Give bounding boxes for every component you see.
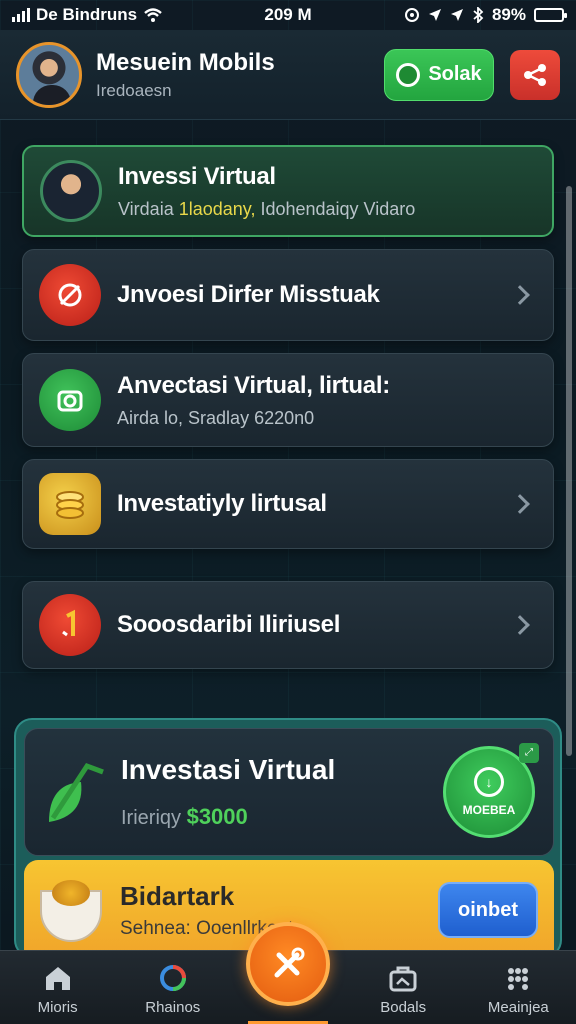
list-item-texts: Investatiyly lirtusal [117,490,513,518]
page-title: Mesuein Mobils [96,48,275,76]
tab-portfolio[interactable]: Bodals [348,963,458,1016]
location-arrow-icon [450,9,463,21]
camera-icon [39,369,101,431]
carrier-name: De Bindruns [36,5,138,24]
list-item-title: Anvectasi Virtual, lirtual: [117,371,390,399]
battery-percent: 89% [491,5,526,24]
list-item[interactable]: Invessi Virtual Virdaia 1laodany, Idohen… [22,145,554,237]
list-item-sub: Virdaia 1laodany, Idohendaiqy Vidaro [118,199,536,220]
tab-label: Rhainos [145,999,201,1016]
list-item-texts: Jnvoesi Dirfer Misstuak [117,281,513,309]
tools-icon [274,947,305,978]
profile-icon [40,160,102,222]
tab-label: Bodals [380,999,427,1016]
list-item[interactable]: Jnvoesi Dirfer Misstuak [22,249,554,341]
promo-amount: $3000 [186,804,248,829]
scrollbar[interactable] [566,186,572,756]
alarm-icon [404,8,419,22]
list-item-title: Invessi Virtual [118,162,276,190]
expand-icon[interactable]: ⤢ [519,743,539,763]
list-item[interactable]: Anvectasi Virtual, lirtual: Airda lo, Sr… [22,353,554,447]
target-icon [39,264,101,326]
list-item-sub-post: Idohendaiqy Vidaro [255,198,416,219]
status-right: 89% [404,5,567,25]
leaf-icon [49,762,104,822]
banner-button[interactable]: oinbet [438,882,538,938]
header-text: Mesuein Mobils Iredoaesn [96,49,384,101]
bluetooth-icon [473,7,484,23]
tab-home[interactable]: Mioris [3,963,113,1016]
share-icon [524,63,546,86]
promo-button-label: MOEBEA [462,803,516,817]
app-header: Mesuein Mobils Iredoaesn Solak [0,30,576,120]
download-icon: ↓ [474,767,504,797]
coins-icon [39,473,101,535]
solak-button-label: Solak [428,63,482,85]
chevron-right-icon [510,285,530,305]
list-item-texts: Anvectasi Virtual, lirtual: Airda lo, Sr… [117,372,537,429]
location-icon [428,9,441,21]
status-bar: De Bindruns 209 M 89% [0,0,576,30]
list-item-sub-highlight: 1laodany, [178,198,256,219]
home-icon [42,963,74,993]
tab-menu[interactable]: Meainjea [463,963,573,1016]
donut-chart-icon [157,963,189,993]
list-item-texts: Sooosdaribi Iliriusel [117,611,513,639]
center-action-button[interactable] [246,922,330,1006]
battery-icon [534,8,567,22]
signal-icon [12,8,30,22]
page-subtitle: Iredoaesn [96,80,172,100]
bowl-icon [40,880,102,942]
tab-finance[interactable]: Rhainos [118,963,228,1016]
promo-texts: Investasi Virtual Irieriqy $3000 [121,754,443,830]
promo-card[interactable]: Investasi Virtual Irieriqy $3000 ↓ MOEBE… [24,728,554,856]
list-item-title: Jnvoesi Dirfer Misstuak [117,281,380,308]
solak-button[interactable]: Solak [384,48,494,101]
tab-label: Mioris [37,999,78,1016]
number-one-icon [39,594,101,656]
promo-title: Investasi Virtual [121,754,336,785]
list-item-title: Sooosdaribi Iliriusel [117,611,341,638]
whatsapp-icon [396,62,421,87]
list-item-sub: Airda lo, Sradlay 6220n0 [117,407,315,428]
list-item[interactable]: Investatiyly lirtusal [22,459,554,549]
avatar[interactable] [16,41,82,108]
list-item-texts: Invessi Virtual Virdaia 1laodany, Idohen… [118,163,536,220]
banner-title: Bidartark [120,880,235,911]
wifi-icon [144,8,162,22]
status-time: 209 M [264,5,312,24]
list-item-sub-pre: Virdaia [118,198,179,219]
list-item-title: Investatiyly lirtusal [117,490,327,517]
briefcase-icon [387,963,419,993]
chevron-right-icon [510,615,530,635]
tab-label: Meainjea [487,999,549,1016]
list-item[interactable]: Sooosdaribi Iliriusel [22,581,554,669]
chevron-right-icon [510,494,530,514]
promo-sub: Irieriqy $3000 [121,804,443,830]
promo-sub-label: Irieriqy [121,807,182,829]
share-button[interactable] [510,49,560,100]
grid-menu-icon [502,963,534,993]
